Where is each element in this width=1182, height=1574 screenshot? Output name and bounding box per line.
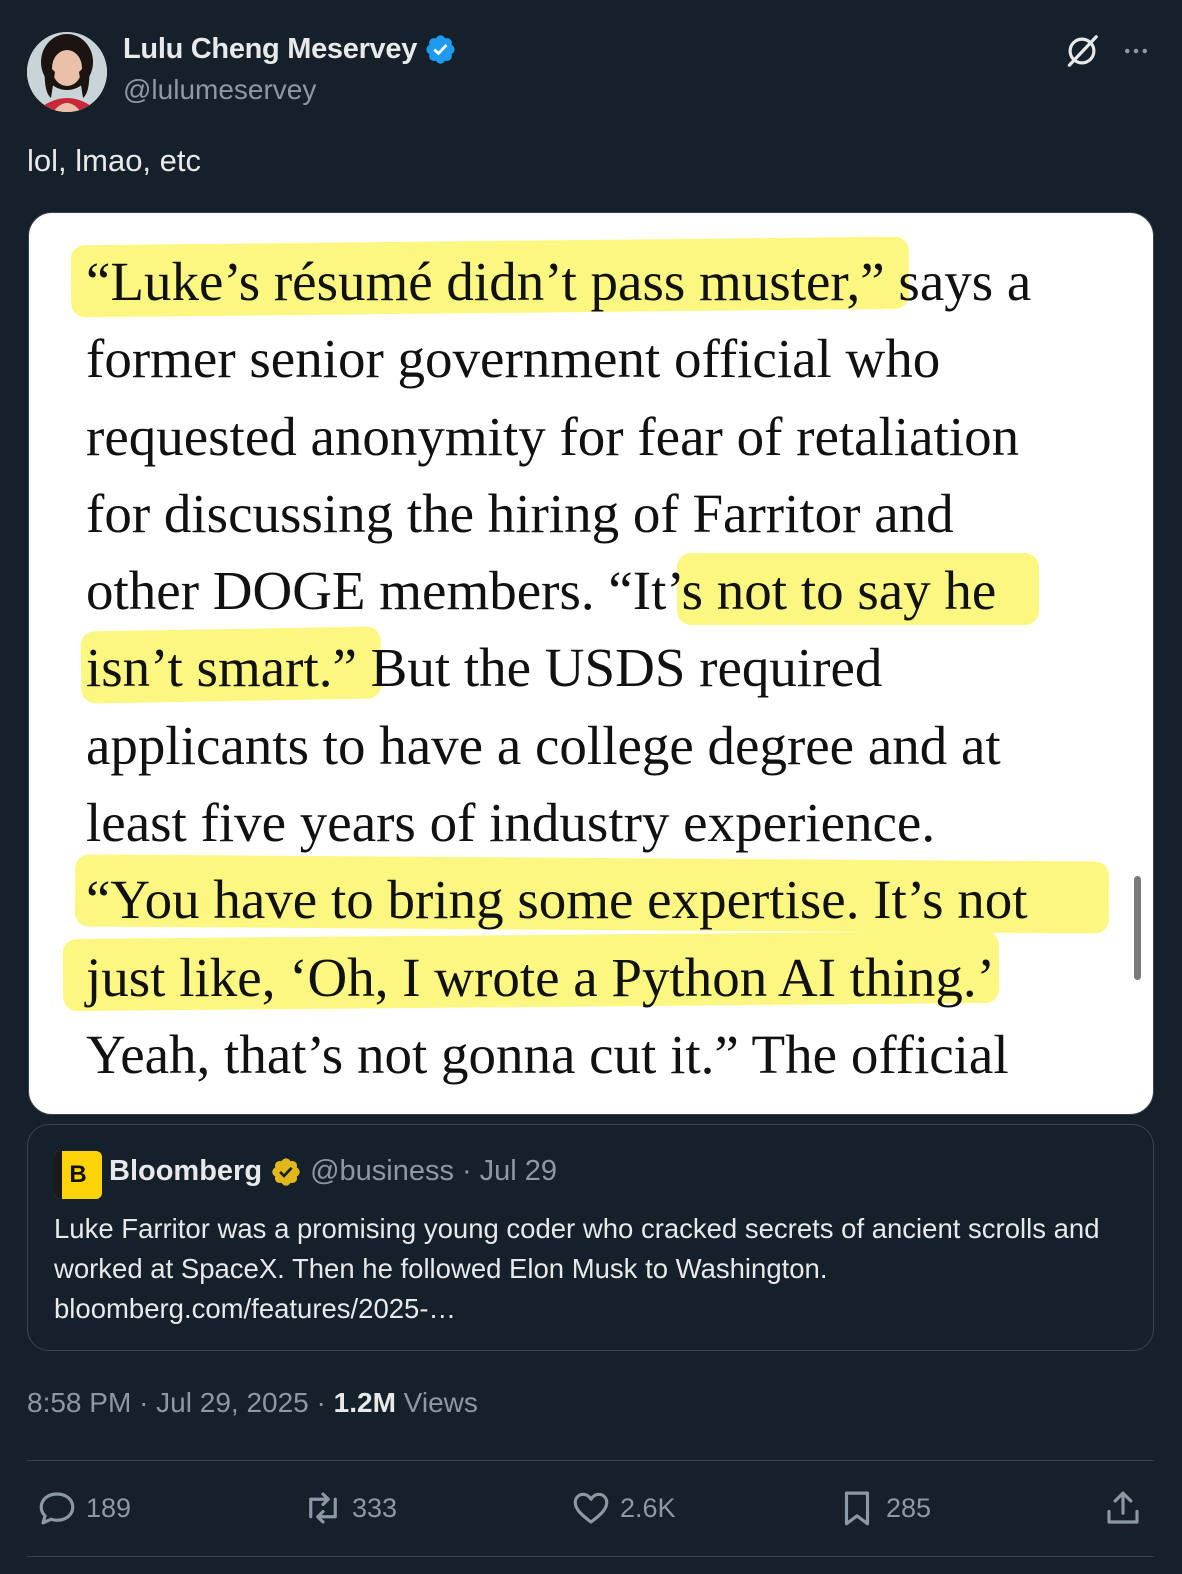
article-line: Yeah, that’s not gonna cut it.” The offi…: [86, 1023, 1009, 1085]
quoted-tweet[interactable]: B Bloomberg @business · Jul 29 Luke Farr…: [27, 1124, 1154, 1351]
quoted-author-name[interactable]: Bloomberg: [109, 1155, 262, 1188]
views-count: 1.2M: [333, 1387, 396, 1418]
quoted-tweet-date[interactable]: Jul 29: [480, 1155, 557, 1188]
bookmark-button[interactable]: 285: [836, 1487, 931, 1529]
verified-badge-icon: [426, 35, 455, 64]
article-line: “You have to bring some expertise. It’s …: [86, 869, 1028, 931]
bookmark-count: 285: [886, 1492, 932, 1523]
article-line: other DOGE members. “It’s not to say he: [86, 560, 997, 622]
repost-count: 333: [352, 1492, 398, 1523]
tweet-text: lol, lmao, etc: [27, 143, 202, 178]
article-line: isn’t smart.” But the USDS required: [86, 637, 883, 699]
share-icon: [1107, 1491, 1139, 1524]
tweet-meta: 8:58 PM · Jul 29, 2025 · 1.2M Views: [27, 1387, 478, 1419]
author-display-name[interactable]: Lulu Cheng Meservey: [123, 33, 417, 66]
views-label: Views: [403, 1387, 478, 1418]
article-line: former senior government official who: [86, 328, 941, 390]
divider: [27, 1556, 1154, 1557]
separator-dot: ·: [316, 1387, 326, 1418]
like-icon: [573, 1492, 609, 1524]
quoted-avatar-letter: B: [69, 1161, 87, 1188]
grok-icon[interactable]: [1063, 32, 1101, 70]
like-button[interactable]: 2.6K: [570, 1487, 676, 1529]
reply-button[interactable]: 189: [36, 1487, 131, 1529]
separator-dot: ·: [139, 1387, 149, 1418]
author-avatar[interactable]: [27, 32, 107, 112]
quoted-author-handle[interactable]: @business: [310, 1155, 454, 1188]
article-excerpt: “Luke’s résumé didn’t pass muster,” says…: [86, 243, 1126, 1093]
reply-icon: [39, 1492, 75, 1525]
like-count: 2.6K: [620, 1492, 676, 1523]
more-icon[interactable]: [1119, 36, 1153, 66]
article-line: requested anonymity for fear of retaliat…: [86, 405, 1020, 467]
author-name-row[interactable]: Lulu Cheng Meservey: [123, 33, 457, 66]
bookmark-icon: [844, 1491, 870, 1526]
quoted-tweet-text: Luke Farritor was a promising young code…: [54, 1213, 1100, 1324]
tweet-date[interactable]: Jul 29, 2025: [156, 1387, 309, 1418]
divider: [27, 1460, 1154, 1461]
share-button[interactable]: [1102, 1487, 1152, 1529]
verified-gold-badge-icon: [272, 1157, 300, 1186]
author-handle[interactable]: @lulumeservey: [123, 74, 316, 106]
tweet-time[interactable]: 8:58 PM: [27, 1387, 131, 1418]
quoted-author-avatar[interactable]: B: [54, 1151, 102, 1199]
separator-dot: ·: [461, 1155, 472, 1187]
article-line: applicants to have a college degree and …: [86, 714, 1001, 776]
article-line: just like, ‘Oh, I wrote a Python AI thin…: [86, 946, 995, 1008]
repost-icon: [309, 1492, 337, 1524]
article-line: “Luke’s résumé didn’t pass muster,” says…: [86, 251, 1032, 312]
quoted-tweet-header: Bloomberg @business · Jul 29: [109, 1155, 557, 1188]
reply-count: 189: [86, 1492, 132, 1523]
repost-button[interactable]: 333: [302, 1487, 397, 1529]
media-scrollbar[interactable]: [1134, 876, 1141, 980]
article-line: for discussing the hiring of Farritor an…: [86, 482, 954, 544]
tweet-media-image[interactable]: “Luke’s résumé didn’t pass muster,” says…: [28, 212, 1154, 1115]
article-line: least five years of industry experience.: [86, 792, 936, 854]
